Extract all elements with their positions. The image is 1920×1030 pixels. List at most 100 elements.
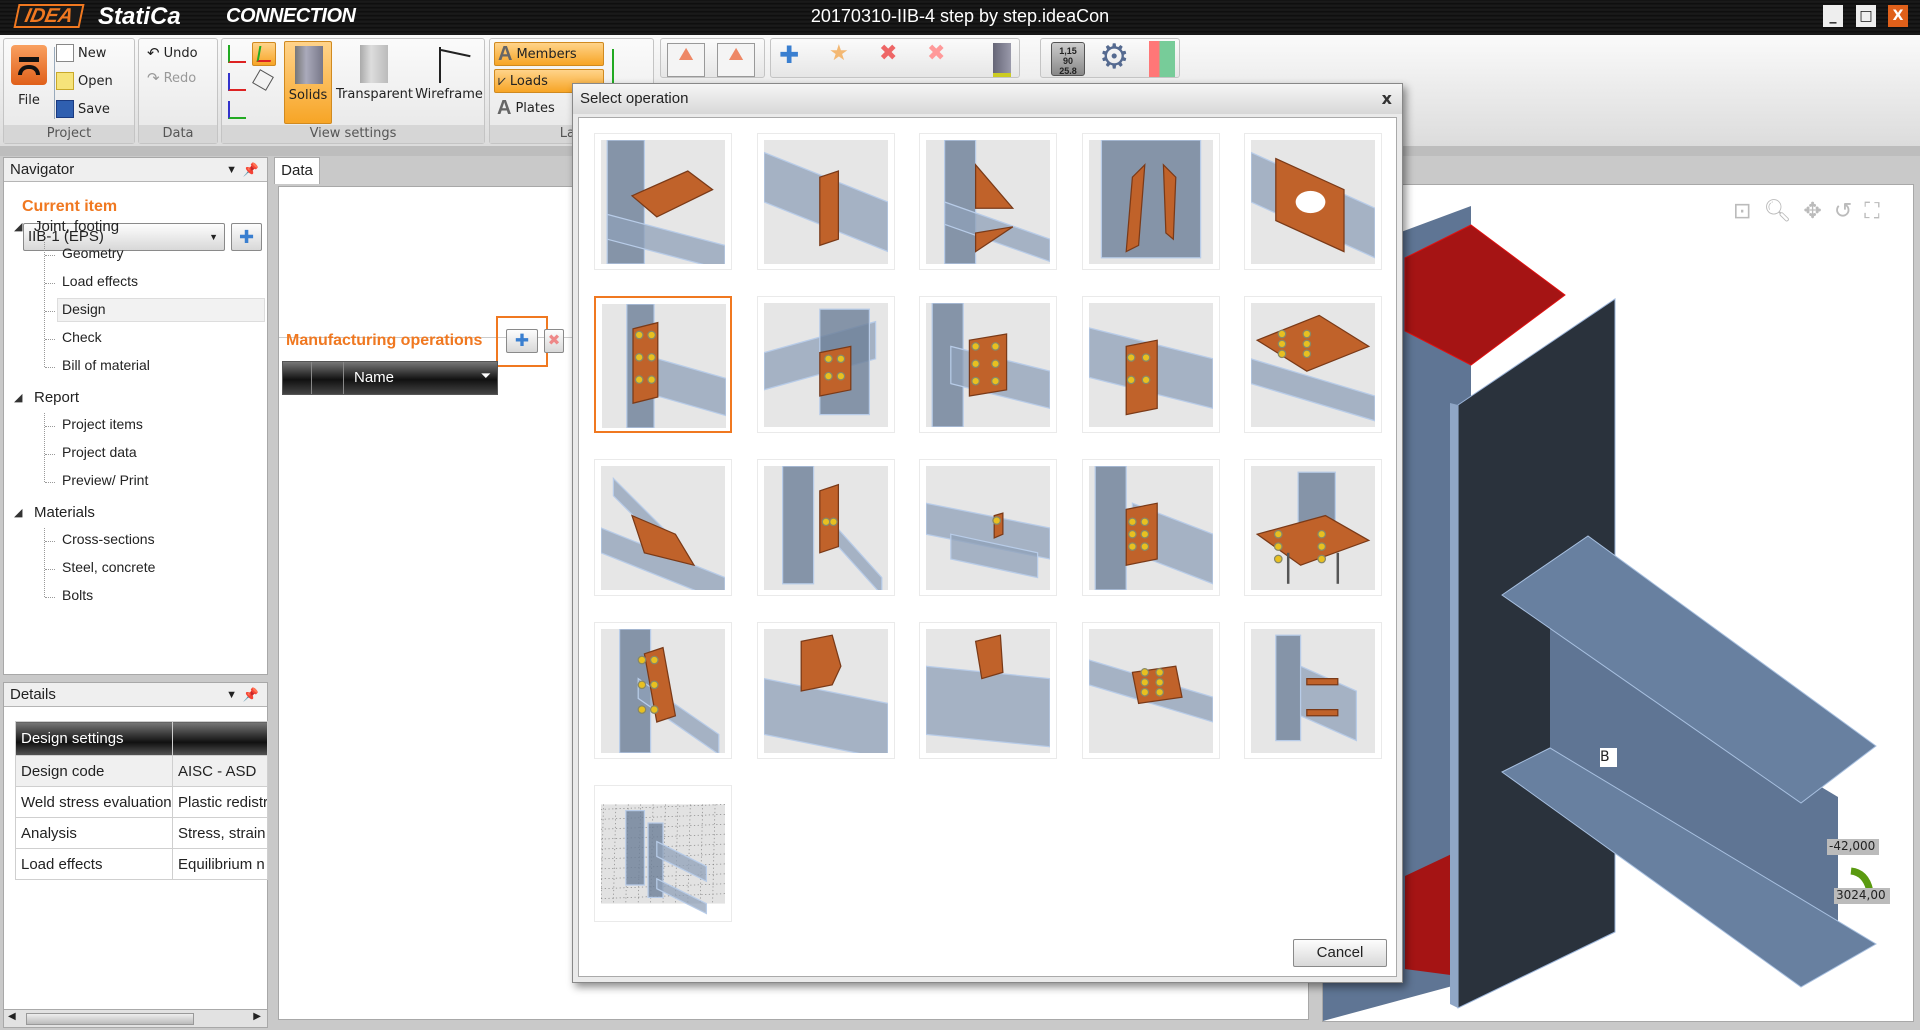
table-row[interactable]: Weld stress evaluation Plastic redistr (15, 786, 268, 818)
lcs-axis-icon[interactable] (612, 49, 646, 85)
expand-triangle-icon[interactable]: ◢ (14, 391, 22, 404)
pan-icon[interactable]: ✥ (1803, 199, 1821, 224)
transparent-button[interactable]: Transparent (336, 41, 413, 124)
settings-gear-icon[interactable]: ⚙ (1099, 37, 1129, 77)
operation-cross[interactable] (1244, 622, 1382, 759)
close-window-button[interactable]: X (1888, 5, 1908, 27)
axis-yz-icon[interactable] (228, 101, 246, 119)
zoom-extents-icon[interactable]: ⛶ (1864, 199, 1879, 224)
3d-viewport[interactable]: B -42,000 3024,00 ⊡ 🔍︎ ✥ ↺ ⛶ (1322, 184, 1914, 1022)
name-column-header[interactable]: Name (354, 369, 394, 386)
tree-item[interactable]: Steel, concrete (62, 559, 155, 575)
new-button[interactable]: New (56, 44, 106, 62)
tree-item[interactable]: Project data (62, 444, 137, 460)
tree-item[interactable]: Design (57, 298, 265, 322)
undo-button[interactable]: ↶ Undo (147, 44, 198, 62)
file-button[interactable]: File (9, 43, 49, 119)
wireframe-button[interactable]: Wireframe (414, 41, 484, 124)
scroll-left-icon[interactable]: ◀ (8, 1011, 16, 1022)
operation-stub[interactable] (919, 622, 1057, 759)
tree-group[interactable]: ◢ Report (14, 389, 79, 406)
operation-flatbolts[interactable] (1244, 296, 1382, 433)
operation-ribs[interactable] (1081, 133, 1220, 270)
operation-cut[interactable] (756, 133, 895, 270)
redo-button[interactable]: ↷ Redo (147, 69, 196, 87)
scrollbar-thumb[interactable] (26, 1013, 194, 1025)
tree-item[interactable]: Check (62, 329, 102, 345)
tab-data[interactable]: Data (274, 157, 320, 184)
operation-notch[interactable] (756, 622, 895, 759)
expand-triangle-icon[interactable]: ◢ (14, 506, 22, 519)
report-icon[interactable] (1149, 41, 1175, 77)
members-label-toggle[interactable]: A Members (494, 42, 604, 66)
zoom-icon[interactable]: 🔍︎ (1763, 199, 1791, 224)
picture-icon[interactable]: ⛰ (717, 43, 755, 77)
row-value[interactable]: Stress, strain (172, 817, 268, 849)
delete-operation-button[interactable]: ✖ (544, 329, 564, 353)
horizontal-scrollbar[interactable]: ◀ ▶ (4, 1009, 267, 1027)
maximize-button[interactable]: □ (1856, 5, 1876, 27)
favorite-operation-icon[interactable]: ★ (829, 41, 849, 66)
table-row[interactable]: Design code AISC - ASD (15, 755, 268, 787)
tree-item[interactable]: Preview/ Print (62, 472, 148, 488)
operation-colplate[interactable] (919, 296, 1057, 433)
delete-operation-icon[interactable]: ✖ (879, 41, 897, 66)
plates-label-toggle[interactable]: A Plates (497, 96, 555, 120)
rotate-icon[interactable]: ↺ (1834, 199, 1852, 224)
model-view[interactable] (1323, 185, 1914, 1022)
operation-cleat[interactable] (756, 459, 895, 596)
notch-plate-icon (763, 629, 888, 753)
operation-base[interactable] (1244, 459, 1382, 596)
tree-group[interactable]: ◢ Joint, footing (14, 218, 119, 235)
operation-gusset[interactable] (594, 459, 732, 596)
operation-flange[interactable] (1081, 622, 1220, 759)
solids-button[interactable]: Solids (284, 41, 332, 124)
zoom-window-icon[interactable]: ⊡ (1733, 199, 1751, 224)
tree-item[interactable]: Project items (62, 416, 143, 432)
cube-view-icon[interactable] (252, 69, 274, 91)
delete-all-operations-icon[interactable]: ✖ (927, 41, 945, 66)
expand-triangle-icon[interactable]: ◢ (14, 220, 22, 233)
row-value[interactable]: AISC - ASD (172, 755, 268, 787)
axis-view-button[interactable] (252, 42, 276, 66)
axis-xy-icon[interactable] (228, 45, 246, 63)
save-button[interactable]: Save (56, 100, 110, 118)
operation-grid[interactable] (594, 785, 732, 922)
code-setup-button[interactable]: 1,15 90 25.8 (1051, 42, 1085, 76)
operation-opening[interactable] (1244, 133, 1382, 270)
minimize-button[interactable]: _ (1823, 5, 1843, 27)
dialog-close-button[interactable]: x (1382, 89, 1392, 108)
open-button[interactable]: Open (56, 72, 113, 90)
new-document-icon (56, 44, 74, 62)
tree-group[interactable]: ◢ Materials (14, 504, 95, 521)
add-operation-button[interactable]: ✚ (506, 329, 538, 353)
operation-splice[interactable] (1081, 296, 1220, 433)
axis-xz-icon[interactable] (228, 73, 246, 91)
row-value[interactable]: Equilibrium n (172, 848, 268, 880)
table-row[interactable]: Analysis Stress, strain (15, 817, 268, 849)
table-row[interactable]: Load effects Equilibrium n (15, 848, 268, 880)
add-picture-icon[interactable]: ⛰ (667, 43, 705, 77)
tree-item[interactable]: Geometry (62, 245, 123, 261)
tree-item[interactable]: Bolts (62, 587, 93, 603)
operation-seat[interactable] (919, 459, 1057, 596)
operation-angles[interactable] (1081, 459, 1220, 596)
member-export-icon[interactable] (993, 43, 1011, 77)
tree-item[interactable]: Bill of material (62, 357, 150, 373)
scroll-right-icon[interactable]: ▶ (253, 1011, 261, 1022)
fin-plate-icon (763, 303, 888, 427)
add-operation-icon[interactable]: ✚ (779, 41, 799, 69)
operation-wing[interactable] (594, 133, 732, 270)
operation-endplate[interactable] (594, 296, 732, 433)
tree-item[interactable]: Cross-sections (62, 531, 155, 547)
operation-haunch[interactable] (919, 133, 1057, 270)
operation-brace[interactable] (594, 622, 732, 759)
filter-icon[interactable]: ⏷ (481, 368, 491, 384)
tree-item[interactable]: Load effects (62, 273, 138, 289)
group-label-data: Data (139, 125, 217, 143)
row-value[interactable]: Plastic redistr (172, 786, 268, 818)
operation-fin[interactable] (756, 296, 895, 433)
dropdown-arrow-icon[interactable]: ▼ (226, 683, 237, 707)
pin-icon[interactable]: 📌 (243, 683, 259, 707)
cancel-button[interactable]: Cancel (1293, 939, 1387, 967)
